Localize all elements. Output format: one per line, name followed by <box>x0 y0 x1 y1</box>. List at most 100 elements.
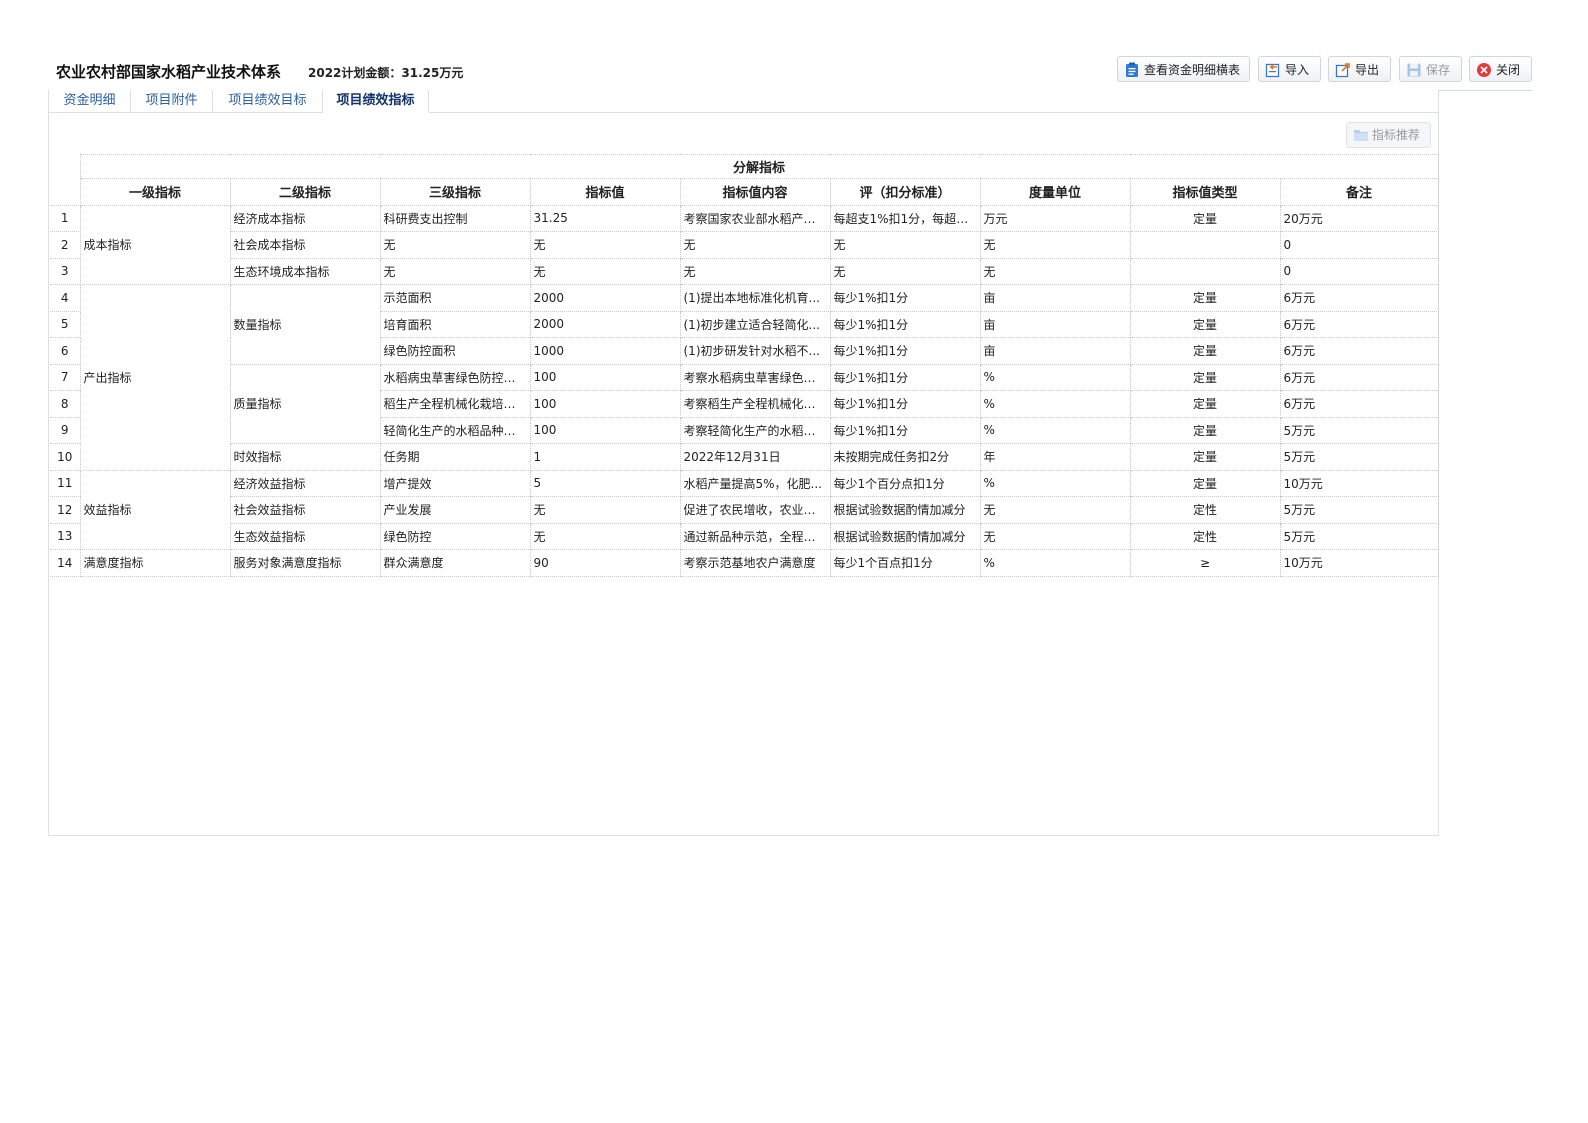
close-button[interactable]: 关闭 <box>1469 56 1532 82</box>
level3-cell[interactable]: 水稻病虫草害绿色防控技... <box>379 363 531 391</box>
level3-cell[interactable]: 任务期 <box>379 443 531 471</box>
table-row[interactable]: 10 时效指标 任务期 1 2022年12月31日 未按期完成任务扣2分 年 定… <box>50 443 1439 471</box>
level3-cell[interactable]: 示范面积 <box>379 284 531 312</box>
column-header[interactable]: 三级指标 <box>379 178 531 206</box>
level3-cell[interactable]: 无 <box>379 231 531 259</box>
view-funds-detail-button[interactable]: 查看资金明细横表 <box>1117 56 1250 82</box>
score-cell[interactable]: 每少1个百点扣1分 <box>829 549 981 577</box>
level2-cell[interactable]: 社会成本指标 <box>229 231 381 259</box>
unit-cell[interactable]: 无 <box>979 496 1131 524</box>
unit-cell[interactable]: % <box>979 469 1131 497</box>
value-cell[interactable]: 5 <box>529 469 681 497</box>
level2-cell[interactable]: 生态环境成本指标 <box>229 257 381 285</box>
table-row[interactable]: 1 成本指标 经济成本指标 科研费支出控制 31.25 考察国家农业部水稻产业.… <box>50 204 1439 285</box>
level1-cell[interactable]: 产出指标 <box>79 284 231 471</box>
table-row[interactable]: 2 社会成本指标 无 无 无 无 无 0 <box>50 231 1439 259</box>
unit-cell[interactable]: % <box>979 363 1131 391</box>
level2-cell[interactable]: 经济效益指标 <box>229 469 381 497</box>
column-header[interactable]: 指标值内容 <box>679 178 831 206</box>
unit-cell[interactable]: % <box>979 416 1131 444</box>
note-cell[interactable]: 6万元 <box>1279 390 1439 418</box>
score-cell[interactable]: 每少1%扣1分 <box>829 284 981 312</box>
content-cell[interactable]: 通过新品种示范，全程机... <box>679 522 831 550</box>
unit-cell[interactable]: 万元 <box>979 204 1131 232</box>
type-cell[interactable]: 定量 <box>1129 284 1281 312</box>
content-cell[interactable]: 考察轻简化生产的水稻品... <box>679 416 831 444</box>
note-cell[interactable]: 5万元 <box>1279 496 1439 524</box>
type-cell[interactable] <box>1129 257 1281 285</box>
level3-cell[interactable]: 产业发展 <box>379 496 531 524</box>
column-header[interactable]: 二级指标 <box>229 178 381 206</box>
score-cell[interactable]: 未按期完成任务扣2分 <box>829 443 981 471</box>
note-cell[interactable]: 10万元 <box>1279 469 1439 497</box>
table-row[interactable]: 14 满意度指标 服务对象满意度指标 群众满意度 90 考察示范基地农户满意度 … <box>50 549 1439 577</box>
score-cell[interactable]: 根据试验数据酌情加减分 <box>829 496 981 524</box>
content-cell[interactable]: 2022年12月31日 <box>679 443 831 471</box>
export-button[interactable]: 导出 <box>1328 56 1391 82</box>
type-cell[interactable]: 定量 <box>1129 204 1281 232</box>
level2-cell[interactable]: 社会效益指标 <box>229 496 381 524</box>
type-cell[interactable]: 定量 <box>1129 363 1281 391</box>
score-cell[interactable]: 无 <box>829 231 981 259</box>
tab-funds-detail[interactable]: 资金明细 <box>49 90 131 112</box>
score-cell[interactable]: 每少1个百分点扣1分 <box>829 469 981 497</box>
value-cell[interactable]: 无 <box>529 522 681 550</box>
content-cell[interactable]: 考察水稻病虫草害绿色防... <box>679 363 831 391</box>
note-cell[interactable]: 10万元 <box>1279 549 1439 577</box>
level1-cell[interactable]: 满意度指标 <box>79 549 231 577</box>
value-cell[interactable]: 无 <box>529 231 681 259</box>
content-cell[interactable]: 促进了农民增收，农业增... <box>679 496 831 524</box>
value-cell[interactable]: 100 <box>529 390 681 418</box>
value-cell[interactable]: 无 <box>529 257 681 285</box>
value-cell[interactable]: 无 <box>529 496 681 524</box>
level2-cell[interactable]: 数量指标 <box>229 284 381 365</box>
value-cell[interactable]: 100 <box>529 416 681 444</box>
note-cell[interactable]: 6万元 <box>1279 337 1439 365</box>
score-cell[interactable]: 每超支1%扣1分，每超支... <box>829 204 981 232</box>
column-header[interactable]: 指标值类型 <box>1129 178 1281 206</box>
note-cell[interactable]: 6万元 <box>1279 310 1439 338</box>
column-header[interactable]: 指标值 <box>529 178 681 206</box>
table-row[interactable]: 3 生态环境成本指标 无 无 无 无 无 0 <box>50 257 1439 285</box>
note-cell[interactable]: 5万元 <box>1279 416 1439 444</box>
tab-performance-goals[interactable]: 项目绩效目标 <box>213 90 323 112</box>
note-cell[interactable]: 6万元 <box>1279 363 1439 391</box>
column-header[interactable]: 一级指标 <box>79 178 231 206</box>
table-row[interactable]: 7 质量指标 水稻病虫草害绿色防控技... 100 考察水稻病虫草害绿色防...… <box>50 363 1439 444</box>
level3-cell[interactable]: 群众满意度 <box>379 549 531 577</box>
column-header[interactable]: 备注 <box>1279 178 1439 206</box>
type-cell[interactable]: 定性 <box>1129 522 1281 550</box>
score-cell[interactable]: 每少1%扣1分 <box>829 390 981 418</box>
type-cell[interactable]: 定量 <box>1129 310 1281 338</box>
value-cell[interactable]: 1 <box>529 443 681 471</box>
unit-cell[interactable]: % <box>979 390 1131 418</box>
save-button[interactable]: 保存 <box>1399 56 1462 82</box>
content-cell[interactable]: (1)初步建立适合轻简化... <box>679 310 831 338</box>
content-cell[interactable]: (1)提出本地标准化机育... <box>679 284 831 312</box>
level2-cell[interactable]: 服务对象满意度指标 <box>229 549 381 577</box>
unit-cell[interactable]: 年 <box>979 443 1131 471</box>
unit-cell[interactable]: 亩 <box>979 310 1131 338</box>
type-cell[interactable]: 定性 <box>1129 496 1281 524</box>
score-cell[interactable]: 每少1%扣1分 <box>829 363 981 391</box>
level3-cell[interactable]: 稻生产全程机械化栽培技... <box>379 390 531 418</box>
content-cell[interactable]: 无 <box>679 231 831 259</box>
type-cell[interactable]: 定量 <box>1129 337 1281 365</box>
unit-cell[interactable]: 亩 <box>979 284 1131 312</box>
value-cell[interactable]: 100 <box>529 363 681 391</box>
content-cell[interactable]: 无 <box>679 257 831 285</box>
level3-cell[interactable]: 轻简化生产的水稻品种培... <box>379 416 531 444</box>
level3-cell[interactable]: 科研费支出控制 <box>379 204 531 232</box>
score-cell[interactable]: 根据试验数据酌情加减分 <box>829 522 981 550</box>
level3-cell[interactable]: 培育面积 <box>379 310 531 338</box>
content-cell[interactable]: 考察稻生产全程机械化栽... <box>679 390 831 418</box>
level3-cell[interactable]: 增产提效 <box>379 469 531 497</box>
type-cell[interactable] <box>1129 231 1281 259</box>
note-cell[interactable]: 0 <box>1279 257 1439 285</box>
content-cell[interactable]: (1)初步研发针对水稻不... <box>679 337 831 365</box>
score-cell[interactable]: 每少1%扣1分 <box>829 310 981 338</box>
type-cell[interactable]: 定量 <box>1129 416 1281 444</box>
content-cell[interactable]: 考察国家农业部水稻产业... <box>679 204 831 232</box>
column-header[interactable]: 度量单位 <box>979 178 1131 206</box>
table-row[interactable]: 11 效益指标 经济效益指标 增产提效 5 水稻产量提高5%，化肥... 每少1… <box>50 469 1439 550</box>
